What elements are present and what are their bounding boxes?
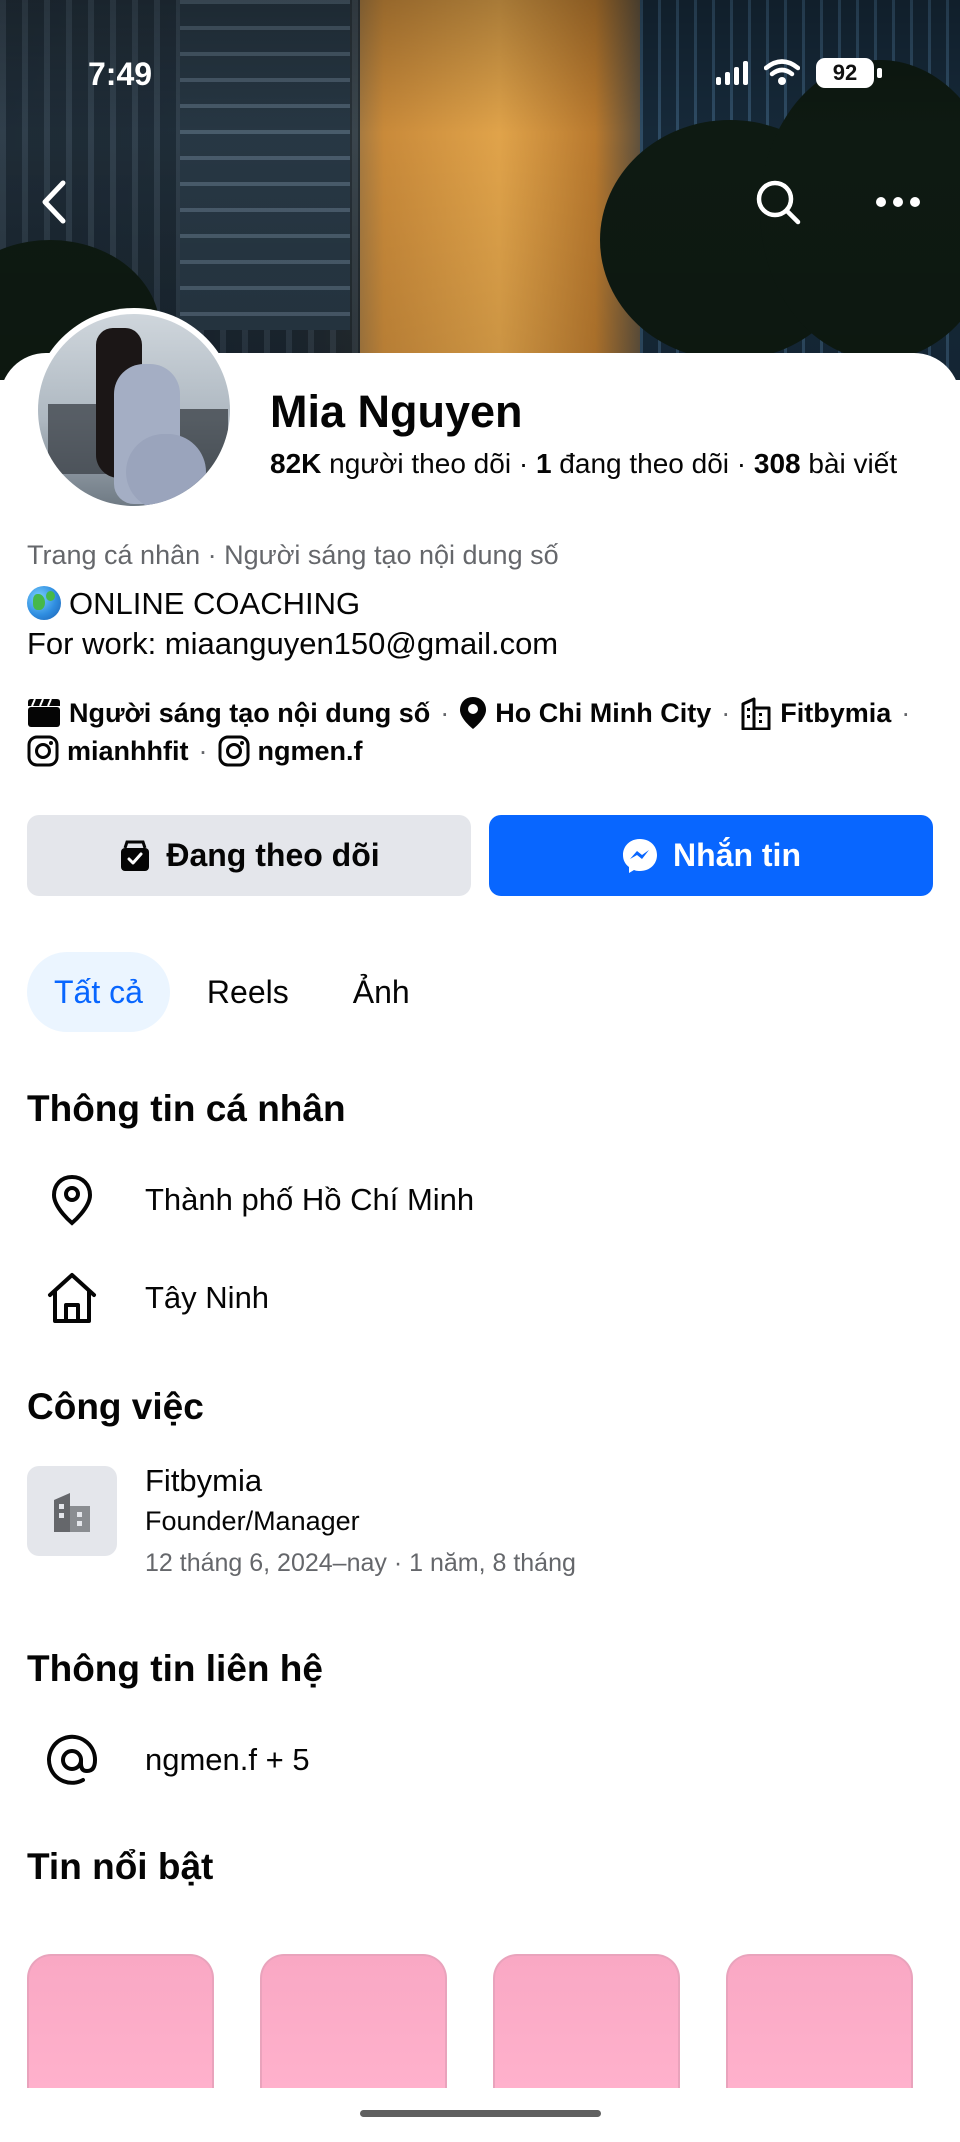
following-count[interactable]: 1 [536,448,552,479]
clapperboard-icon [28,698,60,727]
bio-line: For work: miaanguyen150@gmail.com [27,626,559,661]
current-city: Thành phố Hồ Chí Minh [145,1182,475,1217]
building-icon [741,697,771,730]
contact-row[interactable]: ngmen.f + 5 [27,1730,310,1790]
featured-story-card[interactable] [27,1954,214,2088]
posts-label: bài viết [808,448,898,479]
status-icons: 92 [716,58,882,88]
current-city-row[interactable]: Thành phố Hồ Chí Minh [27,1170,474,1230]
posts-count: 308 [753,448,801,479]
detail-separator: · [721,698,731,728]
profile-subcategory: Trang cá nhân · Người sáng tạo nội dung … [27,540,559,570]
profile-tabs: Tất cả Reels Ảnh [27,952,437,1032]
work-item[interactable]: Fitbymia Founder/Manager 12 tháng 6, 202… [27,1463,576,1584]
profile-avatar[interactable] [32,308,236,512]
search-icon [756,180,801,225]
tab-all[interactable]: Tất cả [27,952,170,1032]
search-button[interactable] [748,172,808,232]
detail-separator: · [198,736,208,766]
detail-category: Người sáng tạo nội dung số [27,694,430,732]
avatar-image [38,314,230,506]
hometown: Tây Ninh [145,1280,270,1315]
featured-stories [27,1954,913,2088]
messenger-icon [623,838,657,873]
more-horizontal-icon [876,197,920,207]
detail-instagram-2[interactable]: ngmen.f [218,732,363,770]
followers-count[interactable]: 82K [270,448,321,479]
bio-line: ONLINE COACHING [69,586,361,621]
detail-location[interactable]: Ho Chi Minh City [459,694,711,732]
following-button-label: Đang theo dõi [166,837,380,873]
featured-story-card[interactable] [493,1954,680,2088]
battery-indicator: 92 [816,58,882,88]
following-button[interactable]: Đang theo dõi [27,815,471,896]
work-period: 12 tháng 6, 2024–nay · 1 năm, 8 tháng [145,1549,576,1577]
followers-label[interactable]: người theo dõi [329,448,511,479]
work-company: Fitbymia [145,1463,263,1498]
at-sign-icon [27,1730,117,1790]
back-button[interactable] [24,172,84,232]
message-button-label: Nhắn tin [673,837,801,873]
work-title: Công việc [27,1386,204,1427]
following-check-icon [121,840,150,871]
hometown-row[interactable]: Tây Ninh [27,1268,269,1328]
home-icon [27,1268,117,1328]
profile-stats: 82K người theo dõi · 1 đang theo dõi · 3… [270,448,897,480]
profile-details: Người sáng tạo nội dung số · Ho Chi Minh… [27,694,947,770]
instagram-icon [218,735,249,767]
location-pin-outline-icon [27,1170,117,1230]
stats-separator: · [736,448,747,479]
contact-info-title: Thông tin liên hệ [27,1648,323,1689]
featured-title: Tin nổi bật [27,1846,214,1887]
work-role: Founder/Manager [145,1506,360,1536]
detail-instagram-1[interactable]: mianhhfit [27,732,189,770]
company-logo-building-icon [27,1466,117,1556]
message-button[interactable]: Nhắn tin [489,815,933,896]
personal-info-title: Thông tin cá nhân [27,1088,346,1129]
status-bar: 7:49 92 [0,0,960,110]
location-pin-icon [460,697,487,729]
home-indicator[interactable] [360,2110,601,2117]
profile-bio: ONLINE COACHING For work: miaanguyen150@… [27,584,558,664]
status-time: 7:49 [88,56,153,92]
stats-separator: · [518,448,529,479]
detail-business[interactable]: Fitbymia [740,694,891,732]
globe-emoji-icon [27,586,61,620]
profile-name: Mia Nguyen [270,386,523,437]
signal-icon [716,61,748,85]
detail-separator: · [901,698,911,728]
featured-story-card[interactable] [260,1954,447,2088]
wifi-icon [764,59,800,85]
featured-story-card[interactable] [726,1954,913,2088]
contact-value: ngmen.f + 5 [145,1742,310,1777]
detail-separator: · [440,698,450,728]
more-options-button[interactable] [868,172,928,232]
following-label[interactable]: đang theo dõi [559,448,729,479]
tab-photos[interactable]: Ảnh [326,952,437,1032]
tab-reels[interactable]: Reels [180,952,316,1032]
instagram-icon [27,735,59,767]
chevron-left-icon [42,180,66,224]
